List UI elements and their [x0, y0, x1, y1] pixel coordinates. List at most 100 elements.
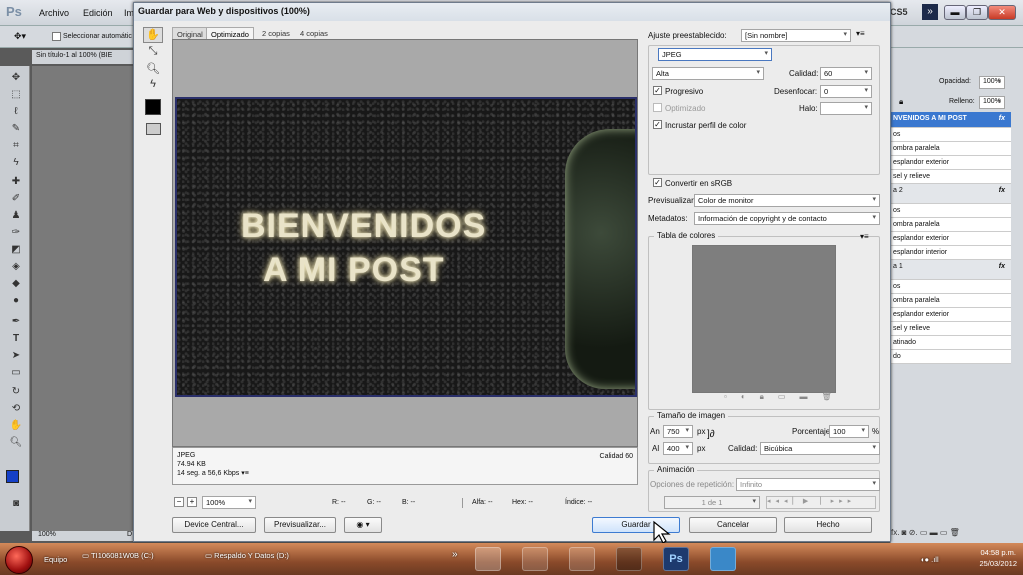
path-select-icon[interactable]: ➤: [9, 350, 23, 362]
color-table[interactable]: [692, 245, 836, 393]
zoom-tool-icon[interactable]: 🔍︎: [143, 62, 163, 78]
move-tool-icon[interactable]: ✥▾: [14, 31, 26, 42]
layer-row[interactable]: esplandor interior: [891, 246, 1011, 260]
optimized-checkbox[interactable]: [653, 103, 662, 112]
document-tab[interactable]: Sin título-1 al 100% (BIE: [32, 50, 137, 64]
close-button[interactable]: ✕: [988, 5, 1016, 20]
layer-row[interactable]: NVENIDOS A MI POST fx: [891, 112, 1011, 128]
layer-row[interactable]: a 1 fx: [891, 260, 1011, 280]
toggle-slices-icon[interactable]: [146, 123, 161, 135]
layer-row[interactable]: atinado: [891, 336, 1011, 350]
zoom-select[interactable]: 100%: [202, 496, 256, 509]
pen-tool-icon[interactable]: ✒: [9, 316, 23, 328]
eyedropper-color-swatch[interactable]: [145, 99, 161, 115]
preview-color-select[interactable]: Color de monitor: [694, 194, 880, 207]
animation-controls[interactable]: ◂◂◂▏▶ ▏▸▸▸: [766, 496, 876, 509]
metadata-select[interactable]: Información de copyright y de contacto: [694, 212, 880, 225]
blur-tool-icon[interactable]: ◆: [9, 278, 23, 290]
explorer-taskbar-icon[interactable]: [475, 547, 501, 571]
photoshop-taskbar-icon[interactable]: Ps: [663, 547, 689, 571]
preview-area[interactable]: BIENVENIDOS A MI POST: [172, 39, 638, 447]
crop-tool-icon[interactable]: ⌗: [9, 140, 23, 152]
fx-icon[interactable]: fx: [999, 187, 1005, 194]
layer-row[interactable]: do: [891, 350, 1011, 364]
matte-select[interactable]: [820, 102, 872, 115]
loop-select[interactable]: Infinito: [736, 478, 880, 491]
chrome-taskbar-icon[interactable]: [522, 547, 548, 571]
color-table-menu-icon[interactable]: ▾≡: [860, 232, 869, 241]
info-menu-icon[interactable]: ▾≡: [241, 470, 249, 477]
system-clock[interactable]: 04:58 p.m. 25/03/2012: [979, 547, 1017, 569]
preset-select[interactable]: [Sin nombre]: [741, 29, 851, 42]
lasso-tool-icon[interactable]: ℓ: [9, 106, 23, 118]
eyedropper-icon[interactable]: ϟ: [143, 78, 163, 94]
fx-icon[interactable]: fx: [999, 115, 1005, 122]
layer-row[interactable]: ombra paralela: [891, 142, 1011, 156]
convert-srgb-checkbox[interactable]: ✓: [653, 178, 662, 187]
layer-row[interactable]: os: [891, 204, 1011, 218]
fx-icon[interactable]: fx: [999, 263, 1005, 270]
workspace-switch-icon[interactable]: »: [922, 4, 938, 20]
layer-row[interactable]: ombra paralela: [891, 218, 1011, 232]
layer-row[interactable]: esplandor exterior: [891, 232, 1011, 246]
foreground-color-swatch[interactable]: [6, 470, 19, 483]
layer-row[interactable]: ombra paralela: [891, 294, 1011, 308]
layer-row[interactable]: esplandor exterior: [891, 156, 1011, 170]
eyedropper-tool-icon[interactable]: ϟ: [9, 157, 23, 169]
zoom-out-button[interactable]: −: [174, 497, 184, 507]
minimize-button[interactable]: ▬: [944, 5, 966, 20]
constrain-link-icon[interactable]: ]∂: [707, 429, 715, 440]
taskbar-item-drive-c[interactable]: ▭ TI106081W0B (C:): [82, 551, 154, 560]
dodge-tool-icon[interactable]: ●: [9, 295, 23, 307]
move-tool-icon[interactable]: ✥: [9, 72, 23, 84]
3d-rotate-icon[interactable]: ↻: [9, 386, 23, 398]
image-viewer-taskbar-icon[interactable]: [710, 547, 736, 571]
progressive-checkbox[interactable]: ✓: [653, 86, 662, 95]
menu-edicion[interactable]: Edición: [83, 8, 113, 18]
lock-icon[interactable]: 🔒︎: [899, 97, 903, 107]
menu-archivo[interactable]: Archivo: [39, 8, 69, 18]
brush-tool-icon[interactable]: ✐: [9, 193, 23, 205]
zoom-in-button[interactable]: +: [187, 497, 197, 507]
shape-tool-icon[interactable]: ▭: [9, 367, 23, 379]
type-tool-icon[interactable]: T: [9, 333, 23, 345]
done-button[interactable]: Hecho: [784, 517, 872, 533]
layer-row[interactable]: os: [891, 280, 1011, 294]
marquee-tool-icon[interactable]: ⬚: [9, 89, 23, 101]
quality-level-select[interactable]: Alta: [652, 67, 764, 80]
quick-mask-icon[interactable]: ◙: [9, 498, 23, 510]
fill-input[interactable]: 100%: [979, 96, 1005, 109]
bucket-tool-icon[interactable]: ◈: [9, 261, 23, 273]
percent-input[interactable]: 100: [829, 425, 869, 438]
hand-tool-icon[interactable]: ✋: [9, 420, 23, 432]
slice-select-icon[interactable]: ⤡: [143, 45, 163, 61]
document-zoom[interactable]: 100%: [38, 531, 56, 538]
embed-profile-checkbox[interactable]: ✓: [653, 120, 662, 129]
auto-select-checkbox[interactable]: [52, 32, 61, 41]
history-brush-icon[interactable]: ✑: [9, 227, 23, 239]
height-input[interactable]: 400: [663, 442, 693, 455]
width-input[interactable]: 750: [663, 425, 693, 438]
eraser-tool-icon[interactable]: ◩: [9, 244, 23, 256]
format-select[interactable]: JPEG: [658, 48, 772, 61]
quality-input[interactable]: 60: [820, 67, 872, 80]
healing-tool-icon[interactable]: ✚: [9, 176, 23, 188]
cancel-button[interactable]: Cancelar: [689, 517, 777, 533]
start-button[interactable]: [5, 546, 33, 574]
3d-orbit-icon[interactable]: ⟲: [9, 403, 23, 415]
restore-button[interactable]: ❐: [966, 5, 988, 20]
color-table-icons[interactable]: ▫◐🔒︎▭▬🗑︎: [724, 392, 846, 402]
ie-taskbar-icon[interactable]: [569, 547, 595, 571]
layer-row[interactable]: esplandor exterior: [891, 308, 1011, 322]
layer-row[interactable]: sel y relieve: [891, 322, 1011, 336]
opacity-input[interactable]: 100%: [979, 76, 1005, 89]
media-player-taskbar-icon[interactable]: [616, 547, 642, 571]
device-central-button[interactable]: Device Central...: [172, 517, 256, 533]
stamp-tool-icon[interactable]: ♟: [9, 210, 23, 222]
taskbar-item-drive-d[interactable]: ▭ Respaldo Y Datos (D:): [205, 551, 289, 560]
blur-input[interactable]: 0: [820, 85, 872, 98]
quick-select-tool-icon[interactable]: ✎: [9, 123, 23, 135]
layer-row[interactable]: sel y relieve: [891, 170, 1011, 184]
hand-tool-icon[interactable]: ✋: [143, 27, 163, 43]
tray-icons[interactable]: ◖● .ıll: [920, 555, 939, 564]
